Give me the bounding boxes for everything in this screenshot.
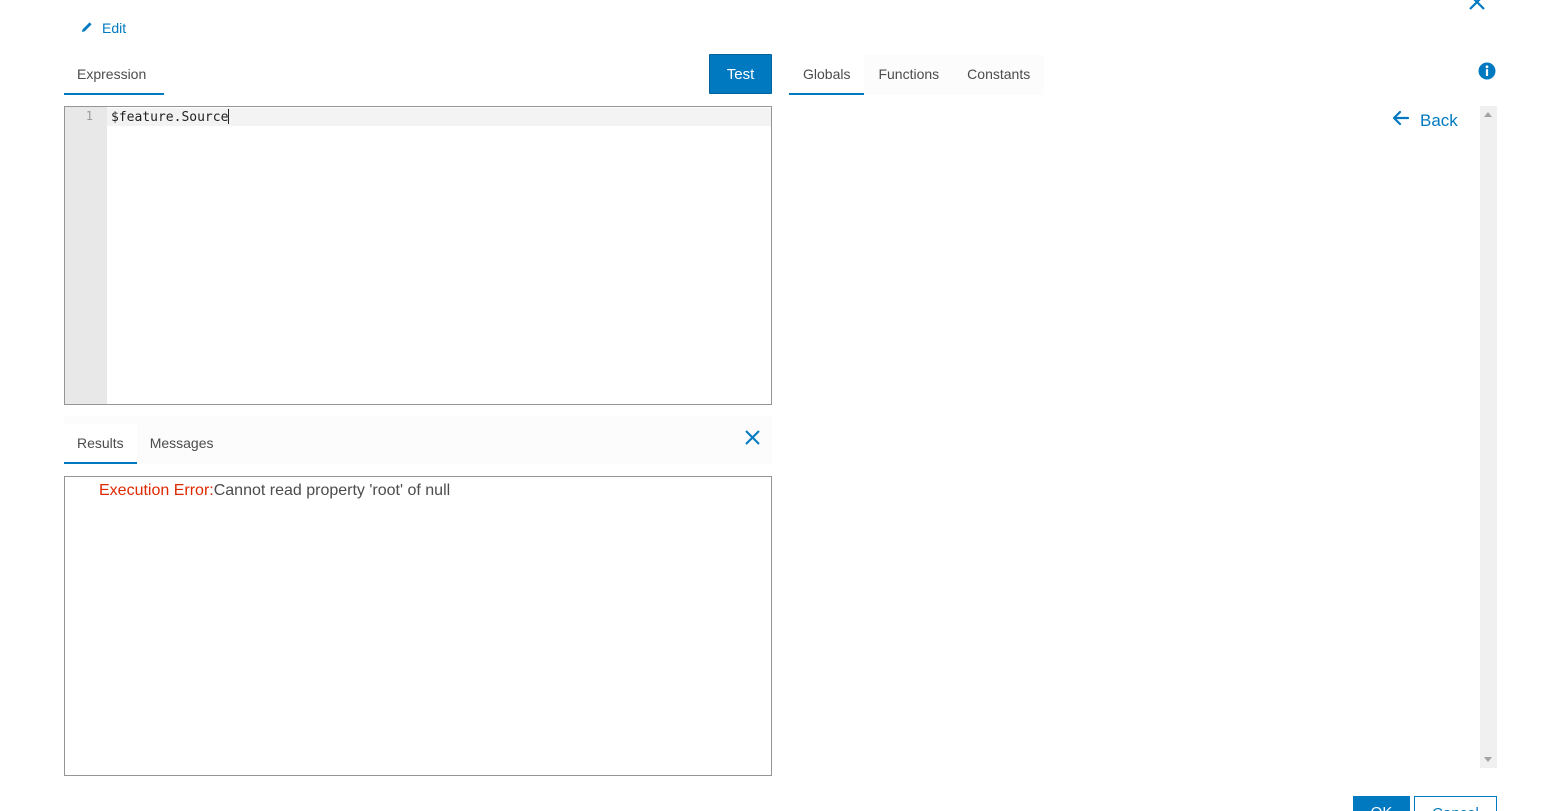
back-label: Back — [1420, 110, 1458, 130]
result-line: Execution Error:Cannot read property 'ro… — [99, 482, 450, 500]
edit-label: Edit — [102, 20, 127, 36]
results-tabbar: Results Messages — [64, 424, 227, 464]
ok-button[interactable]: OK — [1353, 796, 1410, 811]
tab-functions[interactable]: Functions — [864, 55, 954, 95]
tab-expression[interactable]: Expression — [64, 55, 164, 95]
editor-gutter — [65, 107, 107, 404]
back-link[interactable]: Back — [1392, 110, 1458, 131]
error-label: Execution Error: — [99, 482, 214, 499]
cancel-button[interactable]: Cancel — [1414, 796, 1497, 811]
scroll-down-arrow-icon[interactable] — [1484, 757, 1492, 762]
reference-panel — [789, 106, 1497, 768]
pencil-icon — [80, 20, 94, 37]
tab-constants[interactable]: Constants — [953, 55, 1045, 95]
scrollbar[interactable] — [1480, 106, 1497, 768]
arrow-left-icon — [1392, 110, 1410, 131]
reference-tabbar: Globals Functions Constants — [789, 55, 1045, 95]
code-editor[interactable]: 1 $feature.Source — [64, 106, 772, 405]
expression-tabbar: Expression — [64, 55, 164, 95]
edit-link[interactable]: Edit — [80, 18, 126, 38]
scroll-up-arrow-icon[interactable] — [1484, 112, 1492, 117]
tab-messages[interactable]: Messages — [136, 424, 227, 464]
tab-globals[interactable]: Globals — [789, 55, 865, 95]
results-output: Execution Error:Cannot read property 'ro… — [64, 476, 772, 776]
dialog-close-icon[interactable] — [1466, 0, 1488, 13]
tab-results[interactable]: Results — [64, 424, 137, 464]
test-button[interactable]: Test — [709, 54, 772, 94]
close-results-icon[interactable] — [743, 428, 762, 447]
code-text: $feature.Source — [111, 110, 229, 125]
line-number: 1 — [85, 109, 93, 123]
error-message: Cannot read property 'root' of null — [213, 482, 451, 499]
code-line[interactable]: $feature.Source — [111, 109, 230, 125]
text-caret — [228, 109, 230, 124]
info-icon[interactable] — [1478, 62, 1496, 80]
